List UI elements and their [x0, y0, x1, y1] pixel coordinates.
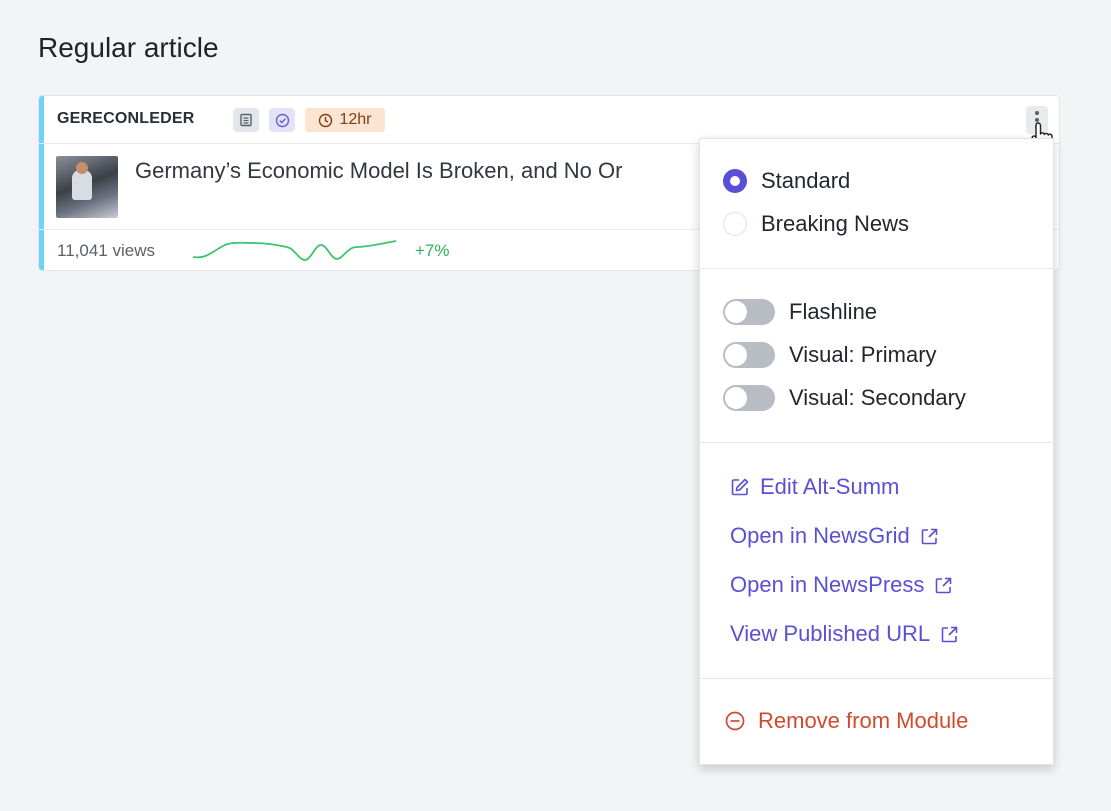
toggle-switch[interactable] [723, 299, 775, 325]
toggle-switch[interactable] [723, 385, 775, 411]
menu-divider [700, 678, 1053, 679]
view-count: 11,041 views [57, 241, 155, 260]
toggle-flashline[interactable]: Flashline [723, 299, 877, 325]
radio-checked-icon[interactable] [723, 169, 747, 193]
section-title: Regular article [38, 32, 219, 63]
remove-label: Remove from Module [758, 708, 969, 733]
edit-icon [731, 478, 749, 496]
link-label: Open in NewsPress [730, 572, 925, 597]
kebab-dot [1035, 111, 1039, 115]
toggle-switch[interactable] [723, 342, 775, 368]
article-headline[interactable]: Germany’s Economic Model Is Broken, and … [135, 158, 622, 184]
view-published-url-link[interactable]: View Published URL [730, 621, 959, 647]
radio-label: Standard [761, 168, 851, 193]
menu-divider [700, 268, 1053, 269]
views-sparkline [192, 240, 397, 261]
toggle-visual-secondary[interactable]: Visual: Secondary [723, 385, 966, 411]
article-thumbnail[interactable] [56, 156, 118, 218]
radio-standard[interactable]: Standard [723, 168, 850, 194]
trend-value: +7% [415, 241, 450, 260]
open-in-newsgrid-link[interactable]: Open in NewsGrid [730, 523, 939, 549]
link-label: View Published URL [730, 621, 931, 646]
toggle-visual-primary[interactable]: Visual: Primary [723, 342, 937, 368]
toggle-label: Visual: Secondary [789, 385, 966, 410]
toggle-label: Flashline [789, 299, 878, 324]
link-label: Open in NewsGrid [730, 523, 910, 548]
approved-badge [269, 108, 295, 132]
card-header: GERECONLEDER 12hr [39, 96, 1059, 144]
radio-breaking-news[interactable]: Breaking News [723, 211, 909, 237]
external-link-icon [936, 577, 952, 593]
article-slug: GERECONLEDER [57, 110, 195, 127]
document-icon [240, 113, 252, 127]
toggle-label: Visual: Primary [789, 342, 937, 367]
remove-from-module-button[interactable]: Remove from Module [724, 708, 968, 734]
check-circle-icon [275, 113, 289, 127]
minus-circle-icon [725, 711, 745, 731]
thumbnail-figure [72, 170, 92, 200]
open-in-newspress-link[interactable]: Open in NewsPress [730, 572, 953, 598]
clock-icon [319, 113, 333, 127]
radio-label: Breaking News [761, 211, 909, 236]
document-badge [233, 108, 259, 132]
external-link-icon [921, 528, 938, 544]
external-link-icon [941, 626, 958, 642]
menu-divider [700, 442, 1053, 443]
edit-alt-summ-link[interactable]: Edit Alt-Summ [730, 474, 899, 500]
time-badge-label: 12hr [339, 111, 372, 128]
link-label: Edit Alt-Summ [760, 474, 900, 499]
thumbnail-head [76, 162, 88, 174]
article-options-menu: Standard Breaking News Flashline Visual:… [699, 138, 1054, 765]
radio-unchecked-icon[interactable] [723, 212, 747, 236]
time-badge: 12hr [305, 108, 385, 132]
